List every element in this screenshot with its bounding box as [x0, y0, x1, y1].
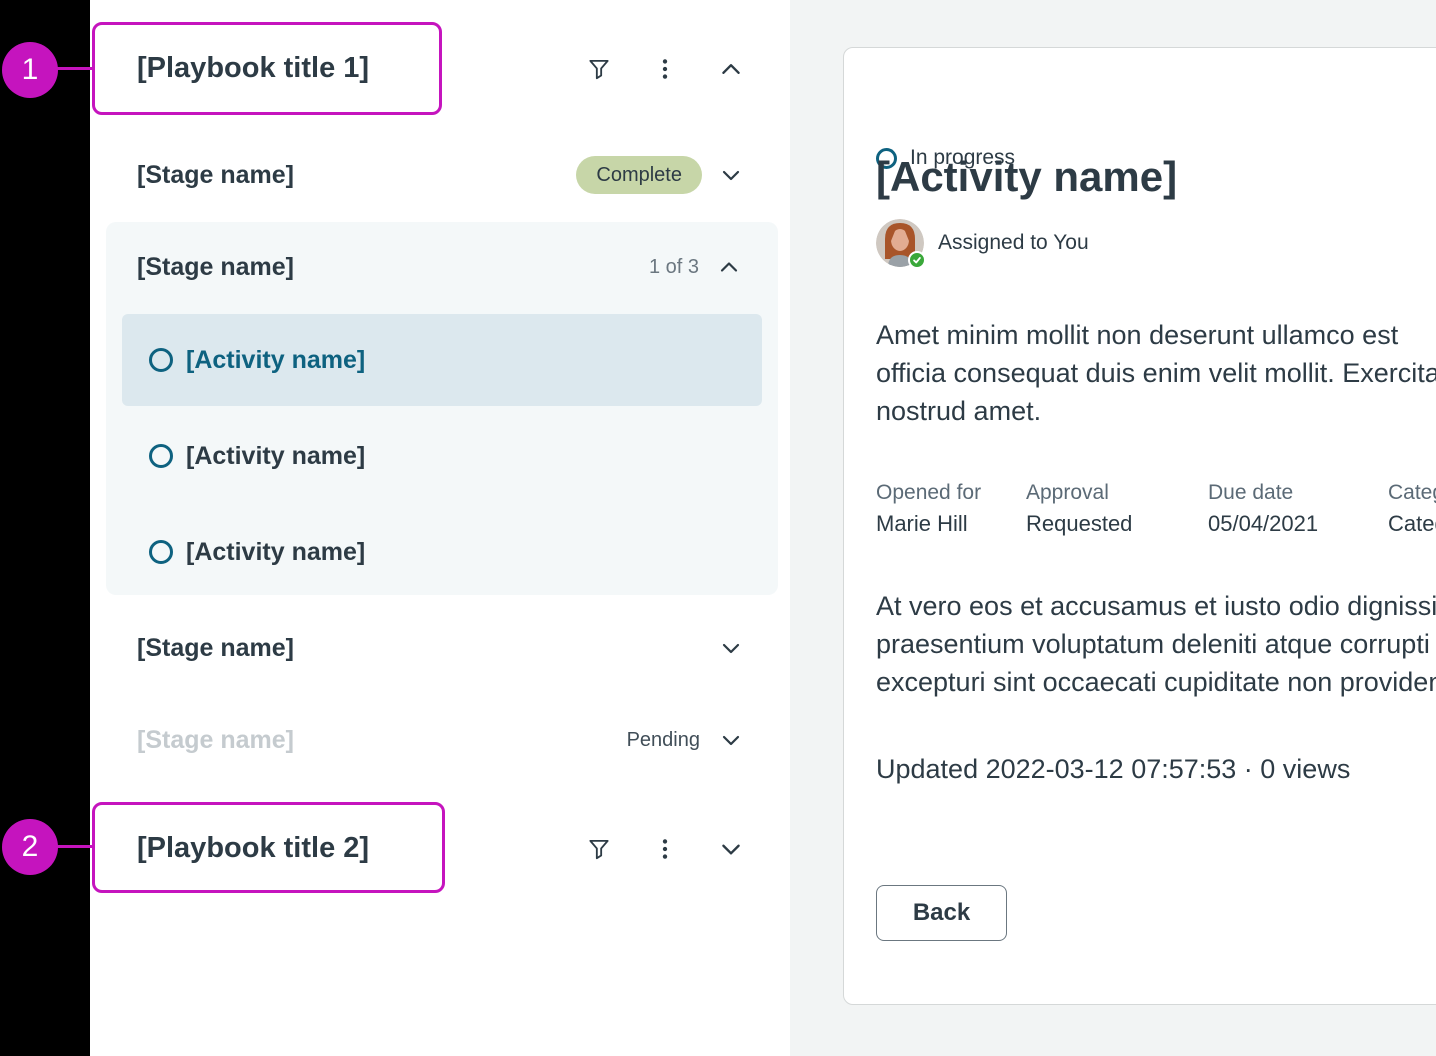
stage-pending-name: [Stage name]: [137, 726, 627, 755]
assignee-label: Assigned to You: [938, 231, 1089, 255]
chevron-up-icon[interactable]: [717, 55, 745, 83]
activity-row[interactable]: [Activity name]: [122, 506, 762, 598]
metadata-value: 05/04/2021: [1208, 508, 1388, 540]
metadata-value: Marie Hill: [876, 508, 1026, 540]
filter-icon[interactable]: [585, 835, 613, 863]
annotation-marker-2: 2: [2, 819, 58, 875]
metadata-opened-for: Opened for Marie Hill: [876, 478, 1026, 540]
activity-status-circle-icon: [149, 348, 173, 372]
detail-panel-background: In progress [Activity name]: [790, 0, 1436, 1056]
updated-timestamp: Updated 2022-03-12 07:57:53 · 0 views: [876, 754, 1350, 784]
stage-row-complete[interactable]: [Stage name] Complete: [137, 140, 745, 210]
chevron-down-icon[interactable]: [717, 634, 745, 662]
activity-body-text: At vero eos et accusamus et iusto odio d…: [876, 587, 1436, 701]
description-line: officia consequat duis enim velit mollit…: [876, 354, 1436, 392]
activity-status-circle-icon: [149, 540, 173, 564]
activity-detail-card: In progress [Activity name]: [843, 47, 1436, 1005]
activity-row[interactable]: [Activity name]: [122, 410, 762, 502]
annotation-rail: [0, 0, 90, 1056]
screen: 1 2 [Playbook title 1]: [0, 0, 1436, 1056]
back-button[interactable]: Back: [876, 885, 1007, 941]
stage-expanded-name: [Stage name]: [137, 253, 649, 282]
assignee-check-badge-icon: [908, 251, 926, 269]
chevron-up-icon[interactable]: [715, 253, 743, 281]
activity-metadata: Opened for Marie Hill Approval Requested…: [876, 478, 1436, 540]
activity-status-circle-icon: [149, 444, 173, 468]
metadata-value: Category: [1388, 508, 1436, 540]
activity-row-selected[interactable]: [Activity name]: [122, 314, 762, 406]
metadata-label: Category: [1388, 478, 1436, 508]
body-line: excepturi sint occaecati cupiditate non …: [876, 663, 1436, 701]
assignee-row: Assigned to You: [876, 219, 1089, 267]
playbook-panel: [Playbook title 1]: [90, 0, 790, 1056]
stage-row-pending[interactable]: [Stage name] Pending: [137, 705, 745, 775]
metadata-value: Requested: [1026, 508, 1208, 540]
playbook-2-actions: [585, 835, 745, 863]
stage-pending-status: Pending: [627, 729, 700, 752]
metadata-approval: Approval Requested: [1026, 478, 1208, 540]
annotation-marker-2-label: 2: [22, 830, 39, 864]
annotation-marker-1-label: 1: [22, 53, 39, 87]
metadata-label: Approval: [1026, 478, 1208, 508]
playbook-1-actions: [585, 55, 745, 83]
metadata-category: Category Category: [1388, 478, 1436, 540]
stage-progress-count: 1 of 3: [649, 256, 699, 279]
activity-name: [Activity name]: [186, 442, 365, 471]
activity-name: [Activity name]: [186, 346, 365, 375]
stage-collapsed-name: [Stage name]: [137, 634, 717, 663]
body-line: At vero eos et accusamus et iusto odio d…: [876, 587, 1436, 625]
playbook-1-header[interactable]: [Playbook title 1]: [137, 22, 745, 115]
kebab-menu-icon[interactable]: [651, 835, 679, 863]
playbook-1-title: [Playbook title 1]: [137, 52, 585, 85]
activity-description: Amet minim mollit non deserunt ullamco e…: [876, 316, 1436, 430]
kebab-menu-icon[interactable]: [651, 55, 679, 83]
metadata-label: Due date: [1208, 478, 1388, 508]
playbook-2-header[interactable]: [Playbook title 2]: [137, 802, 745, 895]
chevron-down-icon[interactable]: [717, 161, 745, 189]
annotation-connector-2: [54, 845, 94, 848]
assignee-avatar: [876, 219, 924, 267]
body-line: praesentium voluptatum deleniti atque co…: [876, 625, 1436, 663]
stage-complete-name: [Stage name]: [137, 161, 576, 190]
chevron-down-icon[interactable]: [717, 835, 745, 863]
chevron-down-icon[interactable]: [717, 726, 745, 754]
description-line: nostrud amet.: [876, 392, 1436, 430]
stage-complete-badge: Complete: [576, 156, 702, 194]
metadata-label: Opened for: [876, 478, 1026, 508]
description-line: Amet minim mollit non deserunt ullamco e…: [876, 316, 1436, 354]
stage-expanded-header[interactable]: [Stage name] 1 of 3: [137, 232, 743, 302]
activity-detail-title: [Activity name]: [876, 153, 1177, 201]
metadata-due-date: Due date 05/04/2021: [1208, 478, 1388, 540]
stage-row-collapsed[interactable]: [Stage name]: [137, 613, 745, 683]
annotation-marker-1: 1: [2, 42, 58, 98]
stage-expanded-section: [Stage name] 1 of 3 [Activity name] [Act…: [106, 222, 778, 595]
playbook-2-title: [Playbook title 2]: [137, 832, 585, 865]
annotation-connector-1: [54, 67, 94, 70]
filter-icon[interactable]: [585, 55, 613, 83]
activity-name: [Activity name]: [186, 538, 365, 567]
